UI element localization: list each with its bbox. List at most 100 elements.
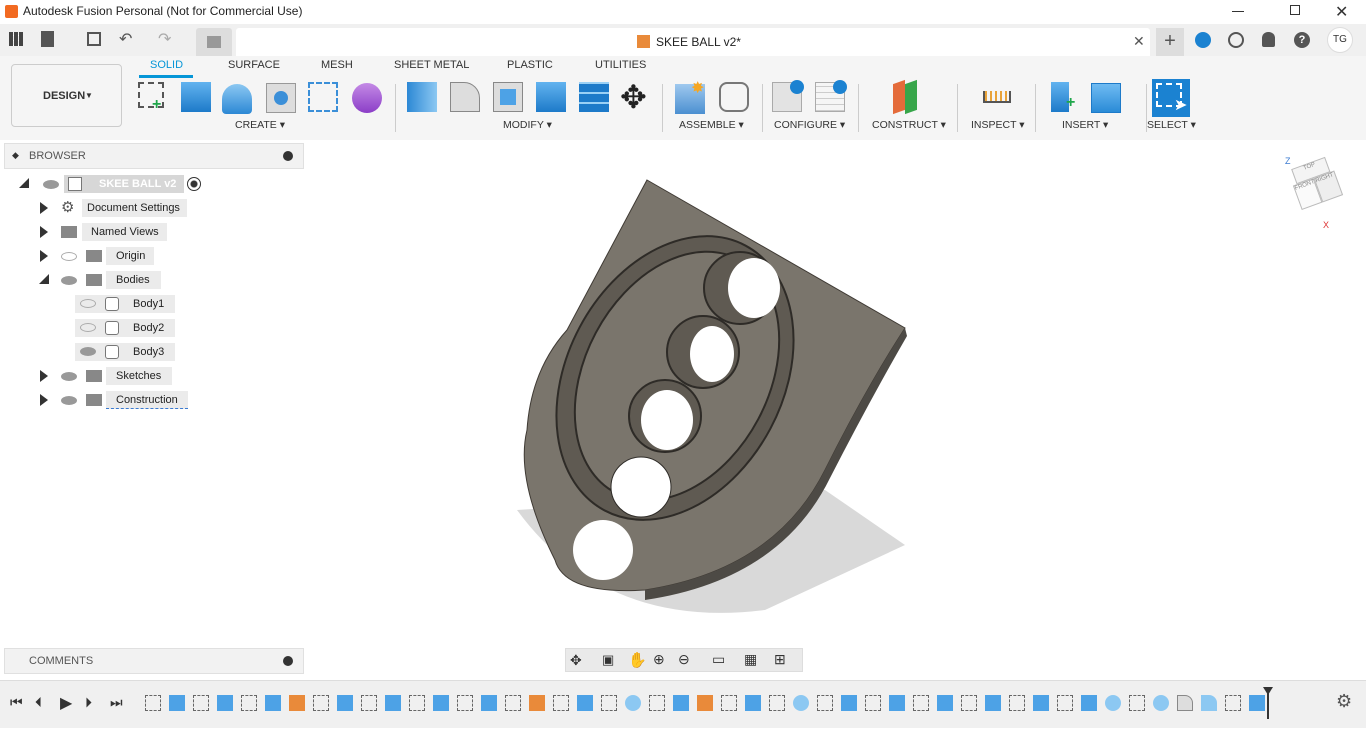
hidden-eye-icon[interactable]	[61, 252, 77, 261]
document-tab[interactable]: SKEE BALL v2* ✕	[236, 28, 1150, 56]
tab-plastic[interactable]: PLASTIC	[507, 59, 553, 71]
add-comment-icon[interactable]	[283, 656, 293, 666]
play-icon[interactable]: ▶	[60, 693, 72, 713]
collapse-bodies-icon[interactable]	[39, 274, 49, 284]
timeline-sketch-step[interactable]	[1225, 695, 1241, 711]
tab-mesh[interactable]: MESH	[321, 59, 353, 71]
look-at-icon[interactable]: ▣	[602, 652, 614, 668]
timeline-fillet-step[interactable]	[1177, 695, 1193, 711]
timeline-sketch-step[interactable]	[961, 695, 977, 711]
timeline-sketch-step[interactable]	[721, 695, 737, 711]
configure-group-label[interactable]: CONFIGURE ▾	[774, 119, 845, 131]
inspect-group-label[interactable]: INSPECT ▾	[971, 119, 1025, 131]
measure-icon[interactable]	[983, 91, 1011, 103]
timeline-extrude-step[interactable]	[1249, 695, 1265, 711]
hidden-eye-icon[interactable]	[80, 323, 96, 332]
root-node[interactable]: SKEE BALL v2	[64, 175, 184, 193]
tab-sheet-metal[interactable]: SHEET METAL	[394, 59, 469, 71]
close-tab-icon[interactable]: ✕	[1133, 33, 1145, 50]
timeline-revolve-step[interactable]	[793, 695, 809, 711]
activate-radio-icon[interactable]	[187, 177, 201, 191]
create-group-label[interactable]: CREATE ▾	[235, 119, 285, 131]
timeline-sketch-step[interactable]	[457, 695, 473, 711]
expand-sketches-icon[interactable]	[40, 370, 48, 382]
construct-group-label[interactable]: CONSTRUCT ▾	[872, 119, 946, 131]
timeline-extrude-step[interactable]	[433, 695, 449, 711]
timeline-revolve-step[interactable]	[1153, 695, 1169, 711]
move-icon[interactable]: ✥	[620, 78, 647, 116]
tab-solid[interactable]: SOLID	[150, 59, 183, 71]
press-pull-icon[interactable]	[407, 82, 437, 112]
zoom-window-icon[interactable]: ⊕	[653, 651, 665, 668]
timeline-extrude-step[interactable]	[169, 695, 185, 711]
file-menu-icon[interactable]	[41, 31, 54, 47]
undo-icon[interactable]: ↶	[119, 29, 132, 49]
expand-construction-icon[interactable]	[40, 394, 48, 406]
timeline-extrude-step[interactable]	[217, 695, 233, 711]
pattern-icon[interactable]	[308, 82, 338, 112]
root-visibility-eye-icon[interactable]	[43, 180, 59, 189]
visibility-eye-icon[interactable]	[61, 396, 77, 405]
step-back-icon[interactable]: ⏴	[35, 694, 42, 711]
body3-row[interactable]: Body3	[75, 343, 175, 361]
timeline-sketch-step[interactable]	[913, 695, 929, 711]
timeline-sketch-step[interactable]	[145, 695, 161, 711]
modify-group-label[interactable]: MODIFY ▾	[503, 119, 552, 131]
job-status-icon[interactable]	[1228, 32, 1244, 48]
step-forward-icon[interactable]: ⏵	[85, 694, 92, 711]
create-form-icon[interactable]	[352, 83, 382, 113]
timeline-sketch-step[interactable]	[505, 695, 521, 711]
timeline-sketch-step[interactable]	[1057, 695, 1073, 711]
grid-settings-icon[interactable]: ▦	[744, 651, 757, 668]
help-icon[interactable]: ?	[1294, 32, 1310, 48]
body2-row[interactable]: Body2	[75, 319, 175, 337]
zoom-icon[interactable]: ⊖	[678, 651, 690, 668]
save-icon[interactable]	[87, 32, 101, 46]
canvas-viewport[interactable]: TOP FRONT RIGHT Z X	[305, 140, 1366, 680]
expand-document-settings-icon[interactable]	[40, 202, 48, 214]
visibility-eye-icon[interactable]	[80, 347, 96, 356]
timeline-sketch-step[interactable]	[649, 695, 665, 711]
joint-icon[interactable]	[719, 82, 749, 112]
visibility-eye-icon[interactable]	[61, 276, 77, 285]
timeline-extrude-step[interactable]	[889, 695, 905, 711]
minimize-button[interactable]	[1232, 11, 1244, 12]
body1-row[interactable]: Body1	[75, 295, 175, 313]
close-window-button[interactable]: ✕	[1335, 2, 1348, 22]
user-avatar[interactable]: TG	[1327, 27, 1353, 53]
timeline-sketch-step[interactable]	[769, 695, 785, 711]
display-settings-icon[interactable]: ▭	[712, 651, 725, 668]
extensions-icon[interactable]	[1195, 32, 1211, 48]
offset-plane-icon[interactable]	[893, 79, 905, 115]
select-tool-button[interactable]: ➤	[1152, 79, 1190, 117]
go-to-start-icon[interactable]: ⏮	[10, 694, 23, 711]
bodies-item[interactable]: Bodies	[106, 271, 161, 289]
split-body-icon[interactable]	[579, 82, 609, 112]
maximize-button[interactable]	[1290, 5, 1300, 15]
hidden-eye-icon[interactable]	[80, 299, 96, 308]
timeline-sketch-step[interactable]	[313, 695, 329, 711]
revolve-icon[interactable]	[222, 84, 252, 114]
timeline-revolve-step[interactable]	[1105, 695, 1121, 711]
viewports-icon[interactable]: ⊞	[774, 651, 786, 668]
timeline-extrude-step[interactable]	[577, 695, 593, 711]
timeline-extrude-step[interactable]	[265, 695, 281, 711]
construction-item[interactable]: Construction	[106, 391, 188, 409]
timeline-extrude-step[interactable]	[841, 695, 857, 711]
home-button[interactable]	[196, 28, 232, 56]
select-group-label[interactable]: SELECT ▾	[1147, 119, 1196, 131]
collapse-browser-icon[interactable]: ◆	[12, 150, 19, 161]
notifications-icon[interactable]	[1262, 32, 1275, 47]
timeline-extrude-step[interactable]	[673, 695, 689, 711]
redo-icon[interactable]: ↷	[158, 29, 171, 49]
document-settings-item[interactable]: Document Settings	[82, 199, 187, 217]
timeline-sketch-step[interactable]	[553, 695, 569, 711]
origin-item[interactable]: Origin	[106, 247, 154, 265]
timeline-sketch-step[interactable]	[865, 695, 881, 711]
timeline-extrude-step[interactable]	[1081, 695, 1097, 711]
timeline-extrude-step[interactable]	[337, 695, 353, 711]
browser-panel-header[interactable]: ◆ BROWSER	[4, 143, 304, 169]
extrude-icon[interactable]	[181, 82, 211, 112]
new-tab-button[interactable]: +	[1156, 28, 1184, 56]
timeline-sketch-step[interactable]	[1129, 695, 1145, 711]
